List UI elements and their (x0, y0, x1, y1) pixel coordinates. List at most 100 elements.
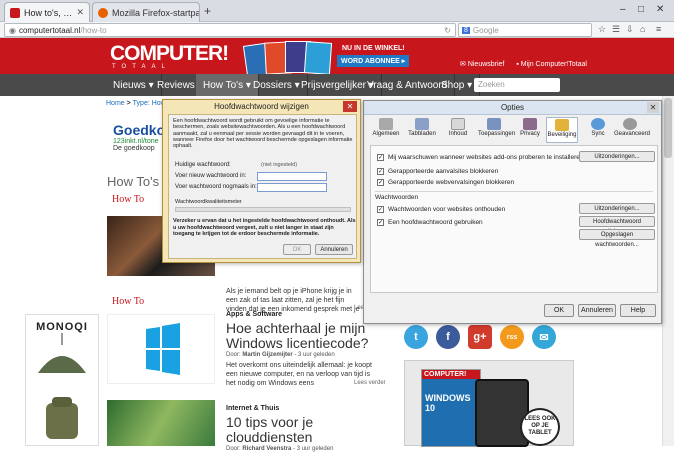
article-author[interactable]: Martin Gijzemijter (242, 352, 292, 358)
ad-brand: MONOQI (36, 321, 88, 333)
tab-geavanceerd[interactable]: Geavanceerd (614, 117, 650, 143)
checkbox-label: Gerapporteerde webvervalsingen blokkeren (388, 179, 515, 186)
rss-icon[interactable]: rss (500, 325, 524, 349)
new-password-input[interactable] (257, 172, 327, 181)
article-category: Apps & Software (226, 311, 283, 318)
master-ok-button[interactable]: OK (283, 244, 311, 255)
browser-tab-bar: How to's, handleidingen, u... ✕ Mozilla … (0, 0, 674, 22)
tab-toepassingen[interactable]: Toepassingen (478, 117, 515, 143)
ad-text: De goedkoop (113, 145, 155, 152)
tab-sync[interactable]: Sync (582, 117, 614, 143)
web-search-box[interactable]: 8 Google (458, 23, 592, 37)
article-title[interactable]: 10 tips voor je clouddiensten (226, 415, 376, 445)
checkbox-label: Wachtwoorden voor websites onthouden (388, 206, 506, 213)
options-ok-button[interactable]: OK (544, 304, 574, 317)
options-cancel-button[interactable]: Annuleren (578, 304, 616, 317)
header-links: ✉ Nieuwsbrief ▪ Mijn Computer!Totaal (460, 60, 587, 68)
article-byline: Door: Richard Veenstra - 3 uur geleden (226, 446, 376, 452)
block-attack-sites-checkbox[interactable]: ✓ Gerapporteerde aanvalsites blokkeren (377, 168, 498, 175)
my-account-link[interactable]: Mijn Computer!Totaal (521, 61, 587, 68)
window-close-button[interactable]: ✕ (656, 4, 664, 15)
magazine-cover (303, 41, 333, 75)
scrollbar-thumb[interactable] (664, 98, 672, 158)
addon-exceptions-button[interactable]: Uitzonderingen... (579, 151, 655, 162)
options-tab-label: Algemeen (372, 131, 400, 137)
quality-meter (175, 207, 351, 212)
password-exceptions-button[interactable]: Uitzonderingen... (579, 203, 655, 214)
options-tab-label: Geavanceerd (614, 131, 651, 137)
googleplus-icon[interactable]: g+ (468, 325, 492, 349)
master-close-button[interactable]: ✕ (343, 101, 357, 112)
byline-label: Door: (226, 352, 241, 358)
url-host: computertotaal.nl (18, 25, 81, 35)
maximize-button[interactable]: □ (638, 4, 644, 15)
article-snippet: Als je iemand belt op je iPhone krijg je… (226, 288, 360, 313)
star-bookmark-icon[interactable]: ☆ (598, 24, 606, 35)
google-icon: 8 (462, 26, 470, 34)
computertotaal-favicon-icon (10, 7, 20, 18)
menu-icon[interactable]: ≡ (656, 24, 661, 34)
addon-warning-checkbox[interactable]: ✓ Mij waarschuwen wanneer websites add-on… (377, 154, 583, 161)
minimize-button[interactable]: – (620, 4, 626, 15)
passwords-group-label: Wachtwoorden (375, 194, 419, 201)
site-logo-sub: TOTAAL (112, 64, 171, 70)
article-title[interactable]: Hoe achterhaal je mijn Windows licentiec… (226, 321, 376, 351)
download-icon[interactable]: ⇩ (626, 24, 634, 35)
article-card[interactable]: Internet & Thuis 10 tips voor je clouddi… (226, 405, 376, 452)
saved-passwords-button[interactable]: Opgeslagen wachtwoorden... (579, 229, 655, 248)
subscribe-button[interactable]: WORD ABONNEE ▸ (337, 55, 410, 67)
tablet-image (475, 379, 529, 447)
change-master-password-button[interactable]: Hoofdwachtwoord wijzigen... (579, 216, 655, 235)
article-category: Internet & Thuis (226, 405, 280, 412)
article-thumbnail[interactable] (107, 400, 215, 446)
breadcrumb-home[interactable]: Home (106, 100, 125, 107)
block-forgeries-checkbox[interactable]: ✓ Gerapporteerde webvervalsingen blokkere… (377, 179, 514, 186)
magazine-title: COMPUTER! (422, 370, 480, 379)
article-thumbnail[interactable] (107, 314, 215, 384)
article-time: - 3 uur geleden (292, 352, 335, 358)
article-byline: Door: Martin Gijzemijter - 3 uur geleden (226, 352, 376, 358)
home-icon[interactable]: ⌂ (640, 24, 645, 34)
ad-url: 123inkt.nl/tone (113, 138, 159, 145)
magazine-cover-text: WINDOWS 10 (425, 393, 471, 413)
email-icon[interactable]: ✉ (532, 325, 556, 349)
magazine-covers[interactable] (242, 40, 337, 78)
bookmarks-list-icon[interactable]: ☰ (612, 24, 620, 35)
facebook-icon[interactable]: f (436, 325, 460, 349)
tab-beveiliging[interactable]: Beveiliging (546, 117, 578, 143)
master-cancel-button[interactable]: Annuleren (315, 244, 353, 255)
mail-icon: ✉ (460, 61, 468, 68)
use-master-password-checkbox[interactable]: ✓ Een hoofdwachtwoord gebruiken (377, 219, 483, 226)
reload-icon[interactable]: ↻ (444, 26, 451, 35)
tab-inhoud[interactable]: Inhoud (442, 117, 474, 143)
read-more-link[interactable]: Lees verder (354, 380, 386, 386)
article-card[interactable]: Apps & Software Hoe achterhaal je mijn W… (226, 311, 376, 388)
side-ad[interactable]: MONOQI (25, 314, 99, 446)
url-bar[interactable]: ◉ computertotaal.nl/how-to ↻ (4, 23, 456, 37)
tab-firefox-start[interactable]: Mozilla Firefox-startpagina ✕ (92, 2, 200, 22)
site-logo[interactable]: COMPUTER! (110, 43, 229, 64)
tab-howtos[interactable]: How to's, handleidingen, u... ✕ (4, 2, 90, 22)
twitter-icon[interactable]: t (404, 325, 428, 349)
close-tab-icon[interactable]: ✕ (72, 7, 84, 18)
options-tab-label: Sync (591, 131, 605, 137)
site-search-input[interactable]: Zoeken (474, 78, 560, 92)
checkbox-check-icon: ✓ (377, 219, 384, 226)
master-dialog-body: Een hoofdwachtwoord wordt gebruikt om ge… (168, 114, 357, 259)
options-help-button[interactable]: Help (620, 304, 656, 317)
master-info-text: Een hoofdwachtwoord wordt gebruikt om ge… (173, 118, 353, 150)
sync-icon (591, 118, 605, 130)
repeat-password-input[interactable] (257, 183, 327, 192)
newsletter-link[interactable]: Nieuwsbrief (468, 61, 505, 68)
master-password-dialog: Hoofdwachtwoord wijzigen ✕ Een hoofdwach… (162, 99, 361, 263)
remember-passwords-checkbox[interactable]: ✓ Wachtwoorden voor websites onthouden (377, 206, 505, 213)
text-ad[interactable]: Goedkoo 123inkt.nl/tone De goedkoop (113, 122, 174, 168)
globe-icon: ◉ (9, 25, 16, 35)
new-tab-button[interactable]: + (204, 4, 211, 18)
article-author[interactable]: Richard Veenstra (242, 446, 291, 452)
tab-algemeen[interactable]: Algemeen (370, 117, 402, 143)
tab-privacy[interactable]: Privacy (514, 117, 546, 143)
security-panel: ✓ Mij waarschuwen wanneer websites add-on… (370, 145, 658, 293)
tab-tabbladen[interactable]: Tabbladen (406, 117, 438, 143)
options-close-button[interactable]: ✕ (647, 102, 659, 113)
